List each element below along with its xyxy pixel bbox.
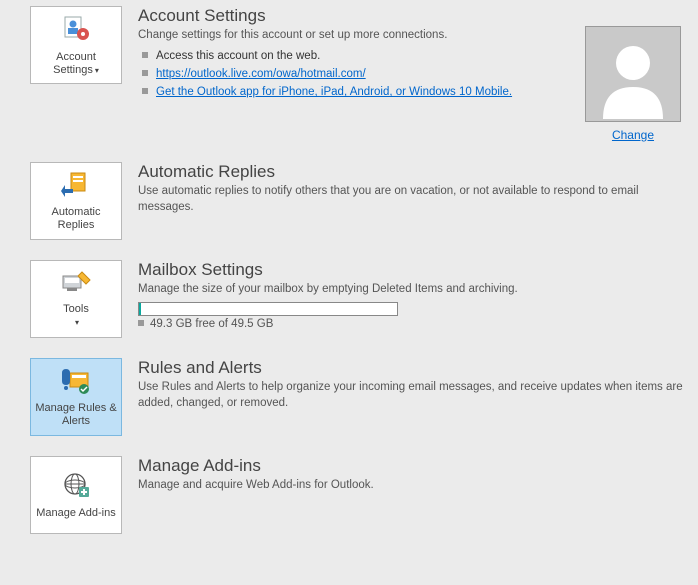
rules-alert-icon — [60, 367, 92, 399]
tools-tile[interactable]: Tools▾ — [30, 260, 122, 338]
section-mailbox: Tools▾ Mailbox Settings Manage the size … — [30, 254, 698, 344]
section-desc: Manage and acquire Web Add-ins for Outlo… — [138, 478, 688, 494]
section-desc: Use automatic replies to notify others t… — [138, 184, 688, 215]
mobile-app-link[interactable]: Get the Outlook app for iPhone, iPad, An… — [156, 86, 512, 98]
section-rules: Manage Rules & Alerts Rules and Alerts U… — [30, 352, 698, 442]
section-title: Account Settings — [138, 6, 568, 26]
manage-rules-tile[interactable]: Manage Rules & Alerts — [30, 358, 122, 436]
section-title: Mailbox Settings — [138, 260, 688, 280]
tile-label: Account Settings▾ — [31, 51, 121, 76]
reply-arrow-icon — [61, 171, 91, 203]
tile-label: Tools▾ — [60, 303, 92, 328]
manage-addins-tile[interactable]: Manage Add-ins — [30, 456, 122, 534]
mailbox-usage-text: 49.3 GB free of 49.5 GB — [138, 318, 688, 330]
globe-addin-icon — [61, 471, 91, 503]
account-settings-tile[interactable]: Account Settings▾ — [30, 6, 122, 84]
section-desc: Change settings for this account or set … — [138, 28, 568, 44]
change-avatar-link[interactable]: Change — [612, 128, 654, 142]
section-desc: Manage the size of your mailbox by empty… — [138, 282, 688, 298]
tile-label: Automatic Replies — [31, 206, 121, 231]
owa-link[interactable]: https://outlook.live.com/owa/hotmail.com… — [156, 68, 366, 80]
section-title: Automatic Replies — [138, 162, 688, 182]
avatar[interactable] — [585, 26, 681, 122]
section-title: Manage Add-ins — [138, 456, 688, 476]
tile-label: Manage Rules & Alerts — [31, 402, 121, 427]
section-desc: Use Rules and Alerts to help organize yo… — [138, 380, 688, 411]
tile-label: Manage Add-ins — [33, 507, 119, 520]
section-replies: Automatic Replies Automatic Replies Use … — [30, 156, 698, 246]
tools-icon — [60, 270, 92, 300]
section-title: Rules and Alerts — [138, 358, 688, 378]
section-addins: Manage Add-ins Manage Add-ins Manage and… — [30, 450, 698, 540]
mailbox-usage-bar — [138, 302, 398, 316]
automatic-replies-tile[interactable]: Automatic Replies — [30, 162, 122, 240]
account-gear-icon — [61, 14, 91, 48]
section-account: Account Settings▾ Account Settings Chang… — [30, 0, 698, 148]
mailbox-usage-fill — [139, 303, 141, 315]
person-icon — [588, 29, 678, 119]
account-bullet-text: Access this account on the web. — [142, 47, 568, 65]
